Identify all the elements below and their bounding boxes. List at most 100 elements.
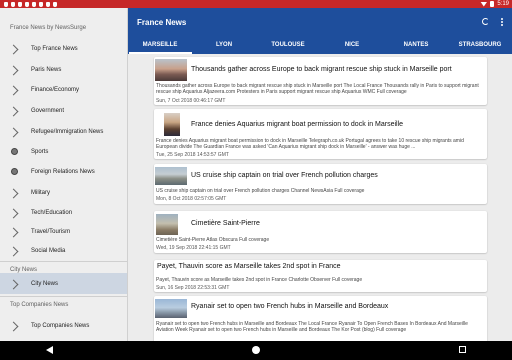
cemetery-photo [156,214,178,235]
drawer-item-label: Finance/Economy [31,86,80,93]
notification-icon [4,1,8,7]
article-card[interactable]: France denies Aquarius migrant boat perm… [154,109,487,159]
aircraft-photo [155,299,187,318]
drawer-item-travel-tourism[interactable]: Travel/Tourism [0,221,127,242]
app-bar: France News [128,8,512,36]
article-title: Cimetière Saint-Pierre [191,220,260,227]
chevron-right-icon [8,321,19,332]
drawer-item-label: Tech/Education [31,209,73,216]
article-title: Ryanair set to open two French hubs in M… [191,303,389,310]
drawer-item-sports[interactable]: Sports [0,141,127,162]
tab-nantes[interactable]: NANTES [384,36,448,54]
status-time: 5:19 [497,1,509,7]
drawer-item-label: Foreign Relations News [31,168,95,175]
chevron-right-icon [8,44,19,55]
drawer-item-label: City News [31,280,59,287]
article-snippet: Payet, Thauvin score as Marseille takes … [156,277,363,283]
article-date: Tue, 25 Sep 2018 14:53:57 GMT [156,152,229,158]
tab-nice[interactable]: NICE [320,36,384,54]
article-card[interactable]: Thousands gather across Europe to back m… [154,57,487,105]
person-photo [164,113,180,136]
drawer-item-paris-news[interactable]: Paris News [0,59,127,80]
drawer-item-top-france-news[interactable]: Top France News [0,38,127,59]
recent-apps-icon[interactable] [459,346,466,353]
article-title: Thousands gather across Europe to back m… [191,66,452,73]
chevron-right-icon [8,65,19,76]
drawer-item-label: Travel/Tourism [31,228,71,235]
article-card[interactable]: US cruise ship captain on trial over Fre… [154,164,487,204]
drawer-item-city-news[interactable]: City News [0,273,127,294]
notification-icons [4,0,57,8]
article-snippet: France denies Aquarius migrant boat perm… [156,138,464,150]
drawer-item-top-companies-news[interactable]: Top Companies News [0,315,127,336]
status-bar: 5:19 [0,0,512,8]
article-snippet: Ryanair set to open two French hubs in M… [156,321,468,333]
article-title: US cruise ship captain on trial over Fre… [191,172,378,179]
drawer-item-foreign-relations[interactable]: Foreign Relations News [0,161,127,182]
navigation-drawer: France News by NewsSurge Top France News… [0,8,128,341]
drawer-item-tech-education[interactable]: Tech/Education [0,202,127,223]
article-date: Sun, 7 Oct 2018 00:46:17 GMT [156,98,226,104]
drawer-item-label: Paris News [31,66,62,73]
drawer-item-military[interactable]: Military [0,182,127,203]
chevron-right-icon [8,208,19,219]
wifi-icon [480,1,488,7]
drawer-item-finance-economy[interactable]: Finance/Economy [0,79,127,100]
drawer-item-government[interactable]: Government [0,100,127,121]
article-snippet: Cimetière Saint-Pierre Atlas Obscura Ful… [156,237,270,243]
article-snippet: US cruise ship captain on trial over Fre… [156,188,365,194]
drawer-section-header: Top Companies News [10,302,69,308]
article-list: Thousands gather across Europe to back m… [128,54,512,341]
drawer-item-social-media[interactable]: Social Media [0,240,127,261]
chevron-right-icon [8,246,19,257]
page-title: France News [137,18,187,27]
globe-icon [11,168,18,175]
refresh-icon[interactable] [482,18,489,25]
chevron-right-icon [8,279,19,290]
tab-toulouse[interactable]: TOULOUSE [256,36,320,54]
article-card[interactable]: Payet, Thauvin score as Marseille takes … [154,260,487,292]
drawer-item-label: Government [31,107,65,114]
drawer-item-label: Military [31,189,50,196]
chevron-right-icon [8,106,19,117]
drawer-divider [0,296,127,297]
drawer-header: France News by NewsSurge [10,25,87,31]
drawer-item-label: Refugee/Immigration News [31,128,104,135]
drawer-item-label: Social Media [31,247,66,254]
drawer-item-label: Top Companies News [31,322,90,329]
article-title: Payet, Thauvin score as Marseille takes … [157,263,341,270]
home-icon[interactable] [252,346,260,354]
chevron-right-icon [8,85,19,96]
overflow-menu-icon[interactable] [501,18,503,26]
notification-icon [39,1,43,7]
battery-icon [490,1,495,7]
article-snippet: Thousands gather across Europe to back m… [156,83,479,95]
harbor-photo [155,167,187,185]
drawer-divider [0,261,127,262]
notification-icon [46,1,50,7]
article-date: Wed, 19 Sep 2018 22:41:15 GMT [156,245,231,251]
system-nav-bar [0,341,512,360]
chevron-right-icon [8,188,19,199]
notification-icon [11,1,15,7]
notification-icon [53,1,57,7]
crowd-photo [155,59,187,81]
back-icon[interactable] [46,346,53,354]
tab-lyon[interactable]: LYON [192,36,256,54]
chevron-right-icon [8,127,19,138]
tab-strasbourg[interactable]: STRASBOURG [448,36,512,54]
drawer-item-refugee-immigration[interactable]: Refugee/Immigration News [0,121,127,142]
article-card[interactable]: Ryanair set to open two French hubs in M… [154,296,487,341]
article-date: Sun, 16 Sep 2018 22:53:31 GMT [156,285,230,291]
notification-icon [25,1,29,7]
article-date: Mon, 8 Oct 2018 02:57:05 GMT [156,196,227,202]
article-title: France denies Aquarius migrant boat perm… [191,121,404,128]
city-tabs: MARSEILLE LYON TOULOUSE NICE NANTES STRA… [128,36,512,54]
chevron-right-icon [8,227,19,238]
globe-icon [11,148,18,155]
drawer-item-label: Top France News [31,45,78,52]
notification-icon [18,1,22,7]
article-card[interactable]: Cimetière Saint-Pierre Cimetière Saint-P… [154,211,487,253]
drawer-item-label: Sports [31,148,49,155]
notification-icon [32,1,36,7]
